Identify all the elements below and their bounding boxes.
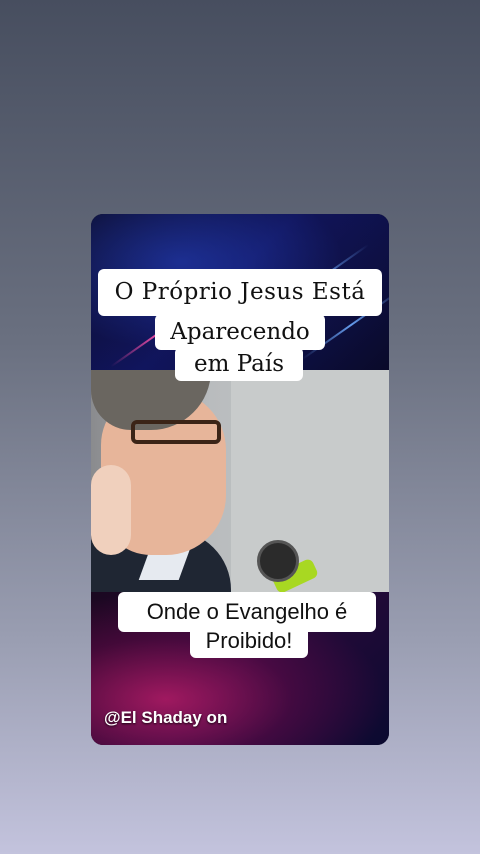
title-line-3: em País xyxy=(175,347,303,381)
video-frame xyxy=(91,370,389,592)
speaker-hand xyxy=(91,465,131,555)
microphone-icon xyxy=(257,540,299,582)
speaker-glasses xyxy=(131,420,221,444)
channel-handle[interactable]: @El Shaday on xyxy=(104,708,227,728)
subtitle-line-2: Proibido! xyxy=(190,624,308,658)
title-line-1: O Próprio Jesus Está xyxy=(98,269,382,316)
title-line-2: Aparecendo xyxy=(155,314,325,350)
background-wall xyxy=(231,370,389,592)
